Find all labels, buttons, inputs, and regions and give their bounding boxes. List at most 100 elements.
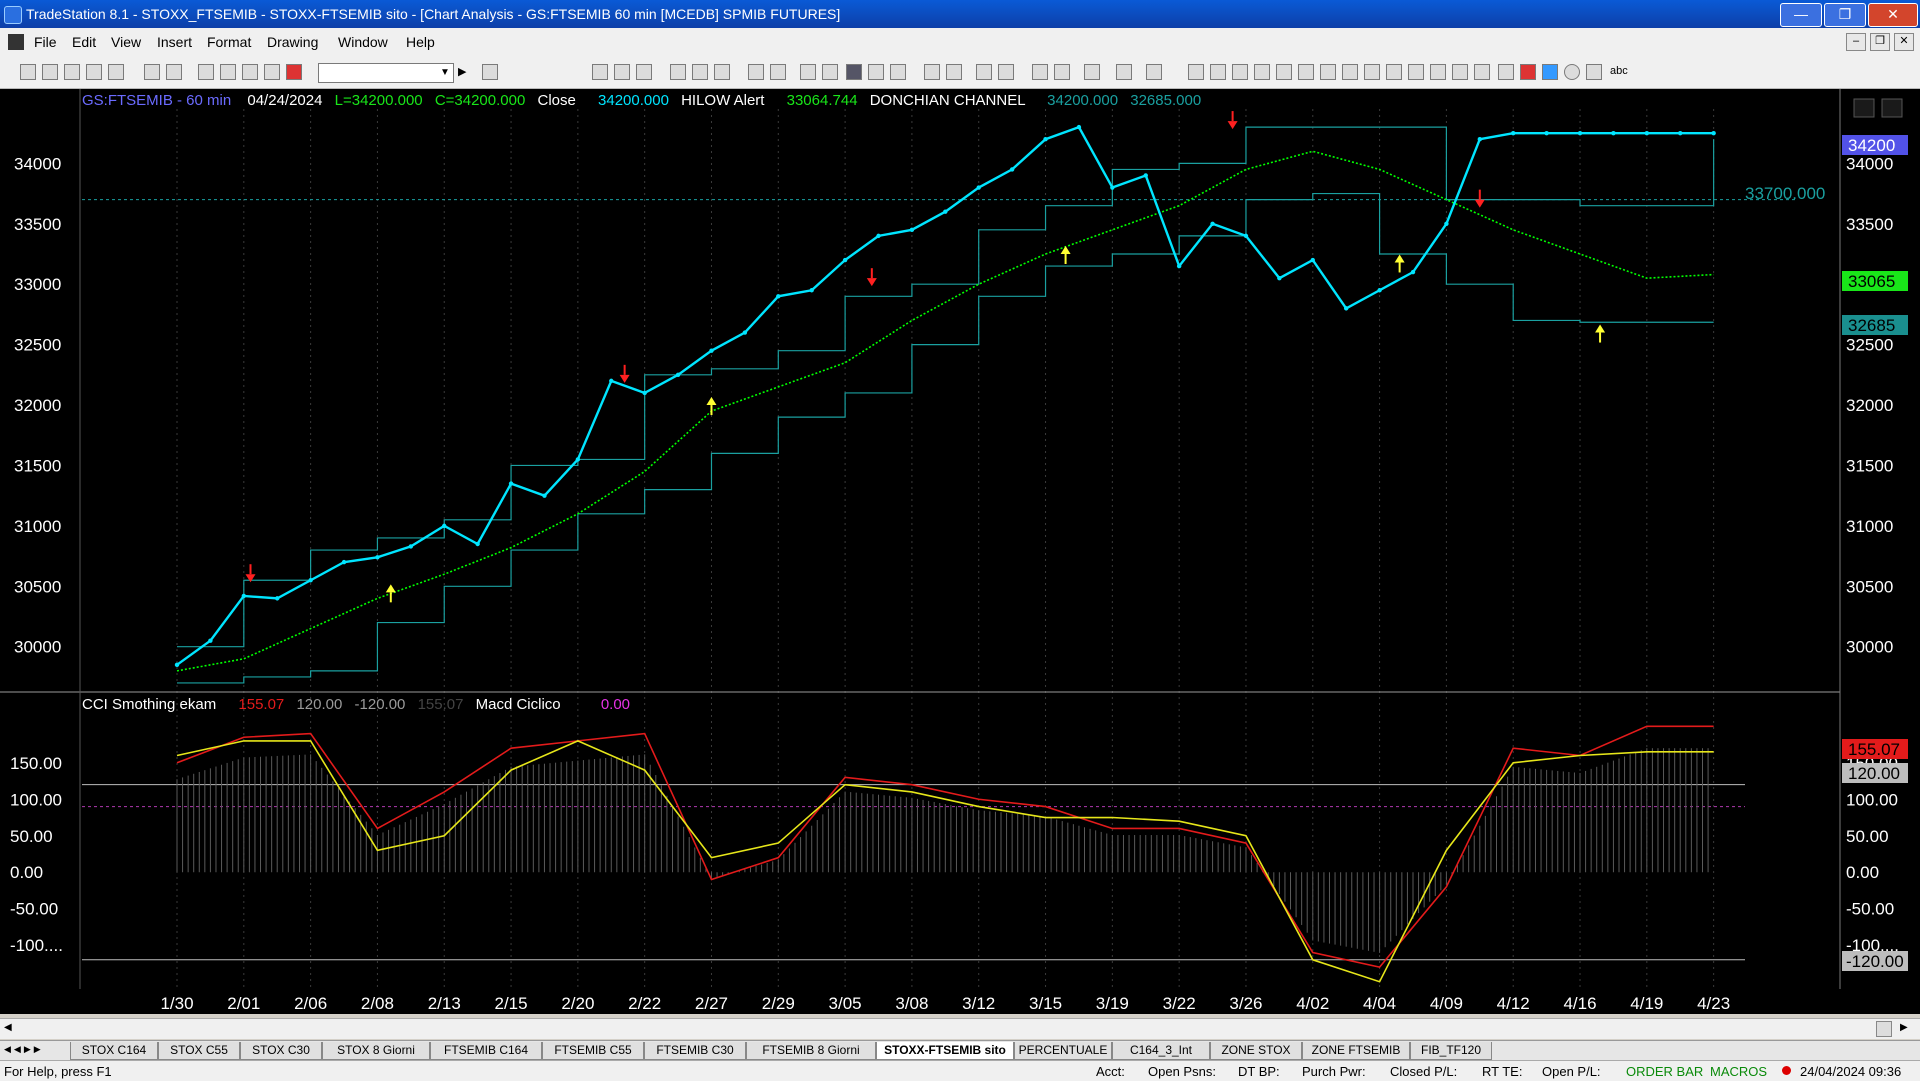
menu-edit[interactable]: Edit bbox=[72, 34, 96, 50]
open-icon[interactable] bbox=[42, 64, 58, 80]
menu-help[interactable]: Help bbox=[406, 34, 435, 50]
horizontal-scrollbar[interactable]: ◀ ▶ bbox=[0, 1018, 1920, 1039]
cursor-data-icon[interactable] bbox=[1054, 64, 1070, 80]
pencil-icon[interactable] bbox=[1474, 64, 1490, 80]
workspace-icon[interactable] bbox=[86, 64, 102, 80]
zoom-in-icon[interactable] bbox=[976, 64, 992, 80]
menu-file[interactable]: File bbox=[34, 34, 57, 50]
chart-bar-icon[interactable] bbox=[692, 64, 708, 80]
menu-format[interactable]: Format bbox=[207, 34, 251, 50]
mdi-close-button[interactable]: ✕ bbox=[1894, 33, 1914, 51]
lock-icon[interactable] bbox=[242, 64, 258, 80]
table-icon[interactable] bbox=[636, 64, 652, 80]
curve-icon[interactable] bbox=[1498, 64, 1514, 80]
pointer-icon[interactable] bbox=[1032, 64, 1048, 80]
menu-drawing[interactable]: Drawing bbox=[267, 34, 318, 50]
horizontal-line-icon[interactable] bbox=[1232, 64, 1248, 80]
cycle-icon[interactable] bbox=[1452, 64, 1468, 80]
measure-icon[interactable] bbox=[1386, 64, 1402, 80]
tab-stox-8-giorni[interactable]: STOX 8 Giorni bbox=[322, 1042, 430, 1060]
maximize-button[interactable]: ❐ bbox=[1824, 3, 1866, 27]
channel-icon[interactable] bbox=[1254, 64, 1270, 80]
arrow-up-icon[interactable] bbox=[1542, 64, 1558, 80]
menu-window[interactable]: Window bbox=[338, 34, 388, 50]
tab-ftsemib-8-giorni[interactable]: FTSEMIB 8 Giorni bbox=[746, 1042, 876, 1060]
tab-stox-c30[interactable]: STOX C30 bbox=[240, 1042, 322, 1060]
retracement-icon[interactable] bbox=[1298, 64, 1314, 80]
mdi-restore-button[interactable]: ❐ bbox=[1870, 33, 1890, 51]
tab-stox-c55[interactable]: STOX C55 bbox=[158, 1042, 240, 1060]
vertical-line-icon[interactable] bbox=[1210, 64, 1226, 80]
rectangle-icon[interactable] bbox=[1586, 64, 1602, 80]
zoom-out-icon[interactable] bbox=[998, 64, 1014, 80]
panel-restore-button[interactable] bbox=[1881, 98, 1903, 118]
chart-canvas[interactable]: 1/30 2/01 2/06 2/08 2/13 2/15 2/20 2/22 2/27 2/29… bbox=[0, 89, 1920, 1014]
refresh-icon[interactable] bbox=[714, 64, 730, 80]
arc-icon[interactable] bbox=[1430, 64, 1446, 80]
link-alt-icon[interactable] bbox=[220, 64, 236, 80]
text-tool-icon[interactable]: abc bbox=[1610, 65, 1628, 77]
mdi-minimize-button[interactable]: – bbox=[1846, 33, 1866, 51]
regression-icon[interactable] bbox=[1408, 64, 1424, 80]
tools-icon[interactable] bbox=[264, 64, 280, 80]
matrix-icon[interactable] bbox=[868, 64, 884, 80]
save-icon[interactable] bbox=[108, 64, 124, 80]
hammer-icon[interactable] bbox=[1084, 64, 1100, 80]
format-icon[interactable] bbox=[1116, 64, 1132, 80]
print-icon[interactable] bbox=[166, 64, 182, 80]
menu-insert[interactable]: Insert bbox=[157, 34, 192, 50]
tab-stox-c164[interactable]: STOX C164 bbox=[70, 1042, 158, 1060]
strategy-icon[interactable] bbox=[822, 64, 838, 80]
scroll-right-icon[interactable]: ▶ bbox=[1900, 1022, 1908, 1033]
arrow-down-icon[interactable] bbox=[1520, 64, 1536, 80]
tab-nav-icon[interactable]: ◀◀▶▶ bbox=[4, 1044, 44, 1055]
chart-window-icon[interactable] bbox=[846, 64, 862, 80]
disabled-icon[interactable] bbox=[1146, 64, 1162, 80]
chevron-down-icon[interactable]: ▼ bbox=[440, 67, 450, 78]
speed-line-icon[interactable] bbox=[1342, 64, 1358, 80]
new-window-icon[interactable] bbox=[64, 64, 80, 80]
trendline-icon[interactable] bbox=[1188, 64, 1204, 80]
fan-icon[interactable] bbox=[1276, 64, 1292, 80]
tab-ftsemib-c55[interactable]: FTSEMIB C55 bbox=[542, 1042, 644, 1060]
panel-minimize-button[interactable] bbox=[1853, 98, 1875, 118]
layers-icon[interactable] bbox=[748, 64, 764, 80]
tab-ftsemib-c164[interactable]: FTSEMIB C164 bbox=[430, 1042, 542, 1060]
search-icon[interactable] bbox=[482, 64, 498, 80]
grid-alt-icon[interactable] bbox=[614, 64, 630, 80]
price-tick-label-right: 32500 bbox=[1846, 336, 1893, 355]
minimize-button[interactable]: — bbox=[1780, 3, 1822, 27]
rt-te-label: RT TE: bbox=[1482, 1064, 1523, 1079]
document-icon[interactable] bbox=[8, 34, 24, 50]
arrow-right-icon[interactable]: ▶ bbox=[458, 65, 466, 78]
order-bar-button[interactable]: ORDER BAR bbox=[1626, 1064, 1703, 1079]
wave-icon[interactable] bbox=[670, 64, 686, 80]
new-icon[interactable] bbox=[20, 64, 36, 80]
copy-icon[interactable] bbox=[770, 64, 786, 80]
indicator-icon[interactable] bbox=[800, 64, 816, 80]
tab-zone-stox[interactable]: ZONE STOX bbox=[1210, 1042, 1302, 1060]
globe-icon[interactable] bbox=[286, 64, 302, 80]
gann-icon[interactable] bbox=[1364, 64, 1380, 80]
ellipse-icon[interactable] bbox=[1564, 64, 1580, 80]
tab-stoxx-ftsemib-sito[interactable]: STOXX-FTSEMIB sito bbox=[876, 1042, 1014, 1060]
symbol-select[interactable] bbox=[318, 63, 454, 83]
close-button[interactable]: ✕ bbox=[1868, 3, 1918, 27]
link-icon[interactable] bbox=[198, 64, 214, 80]
tab-fib-tf120[interactable]: FIB_TF120 bbox=[1410, 1042, 1492, 1060]
scroll-left-icon[interactable]: ◀ bbox=[4, 1022, 12, 1033]
print-preview-icon[interactable] bbox=[144, 64, 160, 80]
bar-spacing-alt-icon[interactable] bbox=[946, 64, 962, 80]
tab-percentuale[interactable]: PERCENTUALE bbox=[1014, 1042, 1112, 1060]
chart-area[interactable]: 1/30 2/01 2/06 2/08 2/13 2/15 2/20 2/22 2/27 2/29… bbox=[0, 89, 1920, 1014]
tab-zone-ftsemib[interactable]: ZONE FTSEMIB bbox=[1302, 1042, 1410, 1060]
bar-spacing-icon[interactable] bbox=[924, 64, 940, 80]
tab-ftsemib-c30[interactable]: FTSEMIB C30 bbox=[644, 1042, 746, 1060]
fib-icon[interactable] bbox=[1320, 64, 1336, 80]
tab-c164-3-int[interactable]: C164_3_Int bbox=[1112, 1042, 1210, 1060]
scroll-thumb[interactable] bbox=[1876, 1021, 1892, 1037]
menu-view[interactable]: View bbox=[111, 34, 141, 50]
radar-icon[interactable] bbox=[890, 64, 906, 80]
grid-icon[interactable] bbox=[592, 64, 608, 80]
macros-button[interactable]: MACROS bbox=[1710, 1064, 1767, 1079]
